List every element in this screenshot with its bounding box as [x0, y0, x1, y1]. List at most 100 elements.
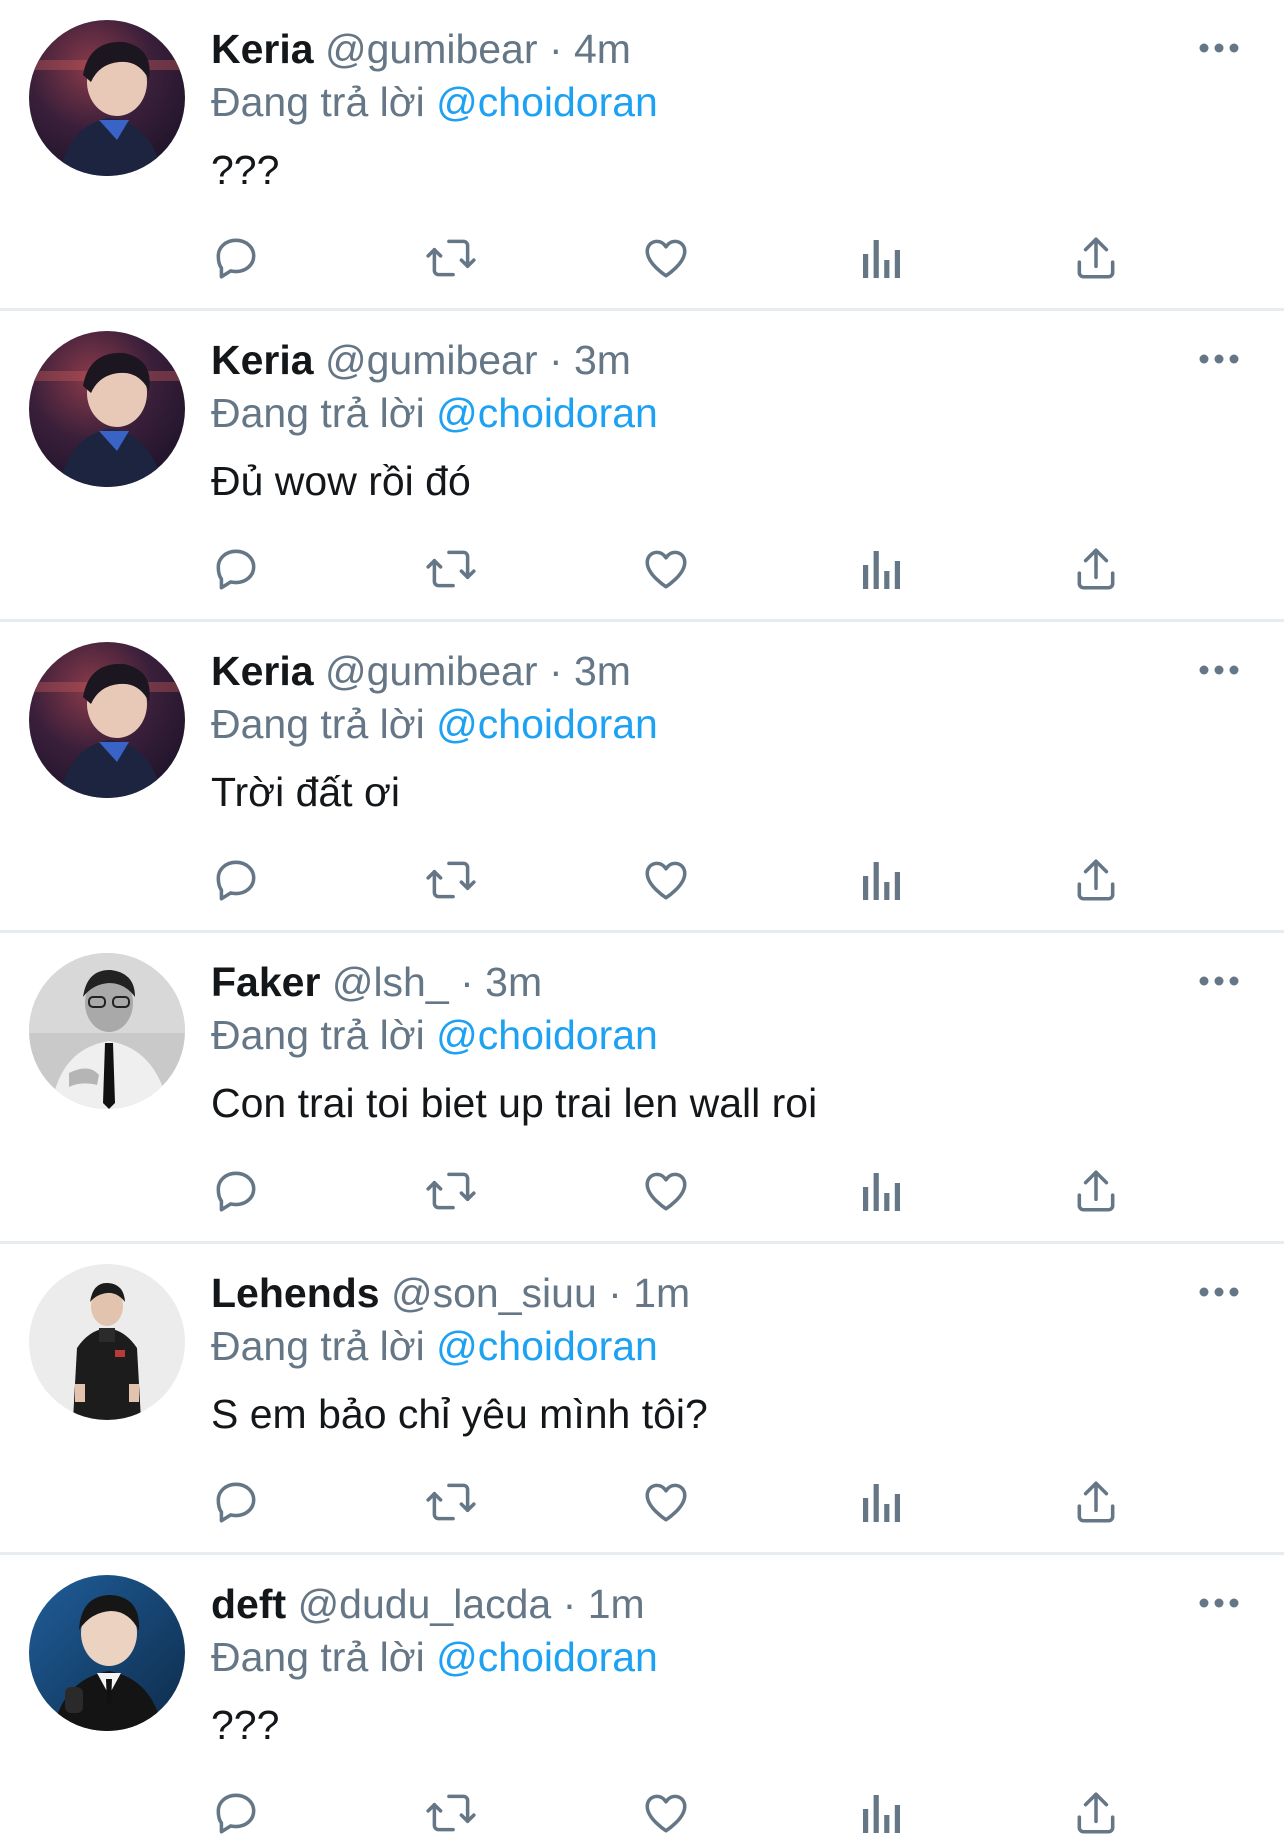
more-options-button[interactable] — [1196, 1272, 1242, 1312]
reply-button[interactable] — [208, 541, 264, 597]
tweet[interactable]: Keria @gumibear · 4m Đang trả lời @choid… — [0, 0, 1284, 311]
tweet-header: Faker @lsh_ · 3m — [211, 955, 542, 1009]
separator-dot: · — [460, 959, 474, 1005]
retweet-button[interactable] — [423, 852, 479, 908]
heart-icon — [645, 1172, 687, 1211]
retweet-button[interactable] — [423, 541, 479, 597]
replying-to-label: Đang trả lời — [211, 1012, 425, 1058]
replying-to-label: Đang trả lời — [211, 1323, 425, 1369]
mention-link[interactable]: @choidoran — [436, 1323, 658, 1369]
timestamp[interactable]: 1m — [633, 1270, 690, 1316]
tweet[interactable]: Keria @gumibear · 3m Đang trả lời @choid… — [0, 311, 1284, 622]
tweet[interactable]: Keria @gumibear · 3m Đang trả lời @choid… — [0, 622, 1284, 933]
reply-bubble-icon — [216, 1793, 256, 1834]
like-button[interactable] — [638, 852, 694, 908]
avatar[interactable] — [29, 642, 185, 798]
avatar[interactable] — [29, 1575, 185, 1731]
reply-button[interactable] — [208, 1785, 264, 1841]
views-bar-chart-icon — [863, 1173, 900, 1211]
timestamp[interactable]: 3m — [485, 959, 542, 1005]
share-button[interactable] — [1068, 230, 1124, 286]
replying-to: Đang trả lời @choidoran — [211, 1319, 658, 1373]
mention-link[interactable]: @choidoran — [436, 1634, 658, 1680]
avatar[interactable] — [29, 1264, 185, 1420]
like-button[interactable] — [638, 541, 694, 597]
more-horizontal-icon — [1199, 665, 1239, 675]
views-button[interactable] — [853, 1163, 909, 1219]
retweet-button[interactable] — [423, 230, 479, 286]
more-horizontal-icon — [1199, 1287, 1239, 1297]
mention-link[interactable]: @choidoran — [436, 1012, 658, 1058]
user-handle[interactable]: @gumibear — [325, 337, 538, 383]
tweet[interactable]: deft @dudu_lacda · 1m Đang trả lời @choi… — [0, 1555, 1284, 1847]
mention-link[interactable]: @choidoran — [436, 701, 658, 747]
tweet[interactable]: Lehends @son_siuu · 1m Đang trả lời @cho… — [0, 1244, 1284, 1555]
timestamp[interactable]: 1m — [588, 1581, 645, 1627]
like-button[interactable] — [638, 1474, 694, 1530]
tweet-header: Lehends @son_siuu · 1m — [211, 1266, 690, 1320]
display-name[interactable]: Faker — [211, 959, 320, 1005]
user-handle[interactable]: @gumibear — [325, 26, 538, 72]
user-handle[interactable]: @lsh_ — [332, 959, 449, 1005]
tweet-actions — [0, 1785, 1284, 1841]
share-button[interactable] — [1068, 541, 1124, 597]
separator-dot: · — [562, 1581, 577, 1627]
reply-bubble-icon — [216, 549, 256, 590]
replying-to-label: Đang trả lời — [211, 701, 425, 747]
like-button[interactable] — [638, 1785, 694, 1841]
more-options-button[interactable] — [1196, 1583, 1242, 1623]
replying-to-label: Đang trả lời — [211, 390, 425, 436]
reply-button[interactable] — [208, 1163, 264, 1219]
retweet-button[interactable] — [423, 1785, 479, 1841]
mention-link[interactable]: @choidoran — [436, 390, 658, 436]
more-options-button[interactable] — [1196, 28, 1242, 68]
heart-icon — [645, 1794, 687, 1833]
like-button[interactable] — [638, 1163, 694, 1219]
share-upload-icon — [1077, 859, 1115, 901]
display-name[interactable]: deft — [211, 1581, 286, 1627]
display-name[interactable]: Keria — [211, 648, 314, 694]
share-button[interactable] — [1068, 1785, 1124, 1841]
reply-button[interactable] — [208, 230, 264, 286]
more-options-button[interactable] — [1196, 961, 1242, 1001]
user-handle[interactable]: @gumibear — [325, 648, 538, 694]
share-button[interactable] — [1068, 1474, 1124, 1530]
reply-button[interactable] — [208, 1474, 264, 1530]
views-button[interactable] — [853, 541, 909, 597]
reply-feed: Keria @gumibear · 4m Đang trả lời @choid… — [0, 0, 1284, 1847]
retweet-icon — [426, 861, 476, 899]
avatar[interactable] — [29, 331, 185, 487]
views-button[interactable] — [853, 230, 909, 286]
tweet-actions — [0, 1163, 1284, 1219]
reply-bubble-icon — [216, 860, 256, 901]
user-handle[interactable]: @son_siuu — [391, 1270, 597, 1316]
display-name[interactable]: Keria — [211, 337, 314, 383]
display-name[interactable]: Lehends — [211, 1270, 380, 1316]
views-button[interactable] — [853, 852, 909, 908]
display-name[interactable]: Keria — [211, 26, 314, 72]
timestamp[interactable]: 4m — [574, 26, 631, 72]
share-button[interactable] — [1068, 852, 1124, 908]
retweet-button[interactable] — [423, 1163, 479, 1219]
tweet[interactable]: Faker @lsh_ · 3m Đang trả lời @choidoran… — [0, 933, 1284, 1244]
retweet-icon — [426, 1794, 476, 1832]
views-button[interactable] — [853, 1785, 909, 1841]
retweet-icon — [426, 1483, 476, 1521]
avatar[interactable] — [29, 20, 185, 176]
views-button[interactable] — [853, 1474, 909, 1530]
timestamp[interactable]: 3m — [574, 337, 631, 383]
mention-link[interactable]: @choidoran — [436, 79, 658, 125]
heart-icon — [645, 550, 687, 589]
avatar[interactable] — [29, 953, 185, 1109]
tweet-actions — [0, 852, 1284, 908]
user-handle[interactable]: @dudu_lacda — [298, 1581, 552, 1627]
share-button[interactable] — [1068, 1163, 1124, 1219]
tweet-text: ??? — [211, 1702, 280, 1748]
timestamp[interactable]: 3m — [574, 648, 631, 694]
more-options-button[interactable] — [1196, 650, 1242, 690]
more-options-button[interactable] — [1196, 339, 1242, 379]
reply-button[interactable] — [208, 852, 264, 908]
retweet-button[interactable] — [423, 1474, 479, 1530]
like-button[interactable] — [638, 230, 694, 286]
tweet-actions — [0, 1474, 1284, 1530]
